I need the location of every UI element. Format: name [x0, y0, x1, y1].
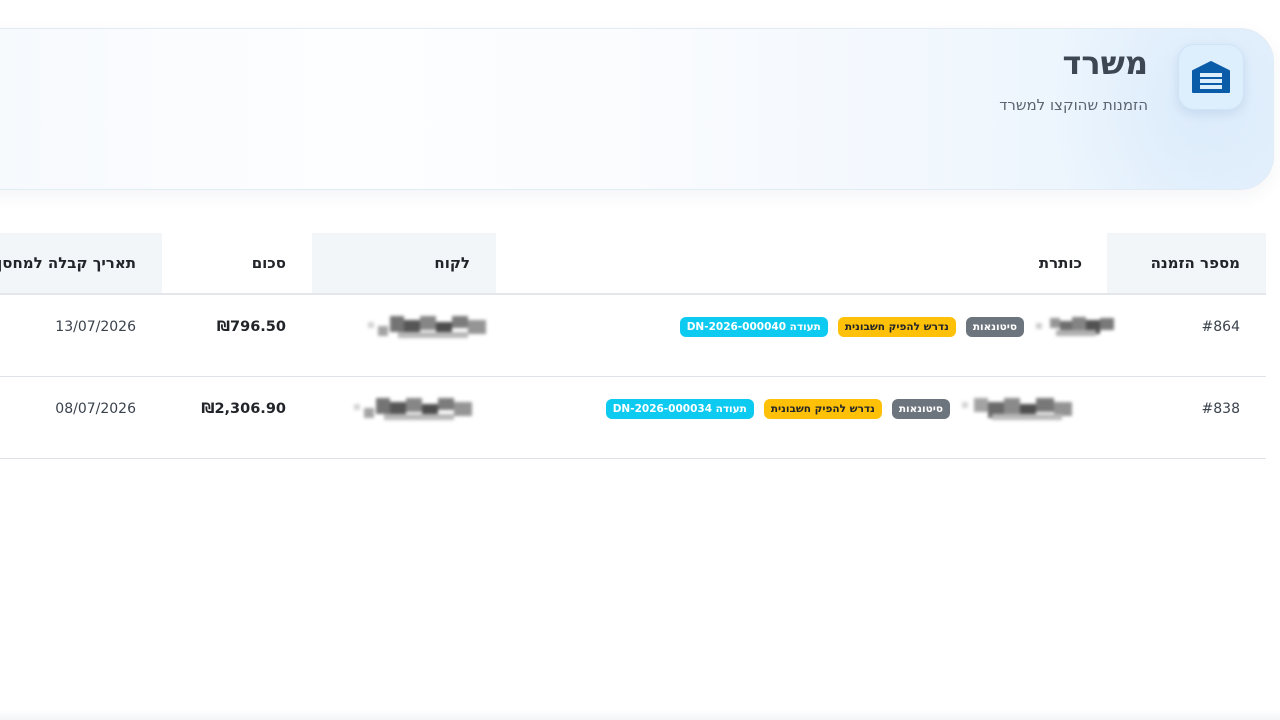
table-header-row: מספר הזמנה כותרת לקוח סכום תאריך קבלה למ… — [0, 233, 1266, 295]
table-row[interactable]: #838 סיטונאות נדרש להפיק חשבונית תעודה D… — [0, 377, 1266, 459]
column-header-title[interactable]: כותרת — [1039, 233, 1082, 293]
warehouse-date: 08/07/2026 — [55, 401, 136, 417]
order-title-cell: סיטונאות נדרש להפיק חשבונית תעודה DN-202… — [605, 377, 1090, 441]
page-footer-shade — [0, 710, 1280, 720]
page-subtitle: הזמנות שהוקצו למשרד — [999, 96, 1148, 114]
document-badge[interactable]: תעודה DN-2026-000040 — [679, 317, 828, 337]
order-amount: ₪796.50 — [216, 319, 286, 335]
column-header-order-number[interactable]: מספר הזמנה — [1151, 233, 1240, 293]
customer-cell — [368, 295, 496, 359]
warehouse-icon — [1192, 61, 1230, 93]
order-number[interactable]: #838 — [1202, 377, 1240, 441]
table-row[interactable]: #864 סיטונאות נדרש להפיק חשבונית תעודה D… — [0, 295, 1266, 377]
order-amount: ₪2,306.90 — [201, 401, 286, 417]
column-header-warehouse-date[interactable]: תאריך קבלה למחסן — [0, 233, 136, 293]
order-number[interactable]: #864 — [1202, 295, 1240, 359]
document-badge[interactable]: תעודה DN-2026-000034 — [605, 399, 754, 419]
order-title-cell: סיטונאות נדרש להפיק חשבונית תעודה DN-202… — [679, 295, 1118, 359]
column-header-customer[interactable]: לקוח — [434, 233, 470, 293]
category-badge: סיטונאות — [891, 399, 950, 419]
page-title: משרד — [1062, 44, 1149, 82]
invoice-required-badge: נדרש להפיק חשבונית — [837, 317, 956, 337]
order-badges: סיטונאות נדרש להפיק חשבונית תעודה DN-202… — [679, 317, 1024, 337]
category-badge: סיטונאות — [965, 317, 1024, 337]
customer-cell — [354, 377, 482, 441]
order-badges: סיטונאות נדרש להפיק חשבונית תעודה DN-202… — [605, 399, 950, 419]
header-icon-tile — [1178, 44, 1244, 110]
column-header-amount[interactable]: סכום — [252, 233, 286, 293]
redacted-title — [962, 398, 1072, 420]
redacted-customer — [354, 398, 472, 420]
redacted-customer — [368, 316, 486, 338]
orders-table: מספר הזמנה כותרת לקוח סכום תאריך קבלה למ… — [0, 233, 1266, 459]
redacted-title — [1036, 317, 1114, 336]
invoice-required-badge: נדרש להפיק חשבונית — [763, 399, 882, 419]
warehouse-date: 13/07/2026 — [55, 319, 136, 335]
